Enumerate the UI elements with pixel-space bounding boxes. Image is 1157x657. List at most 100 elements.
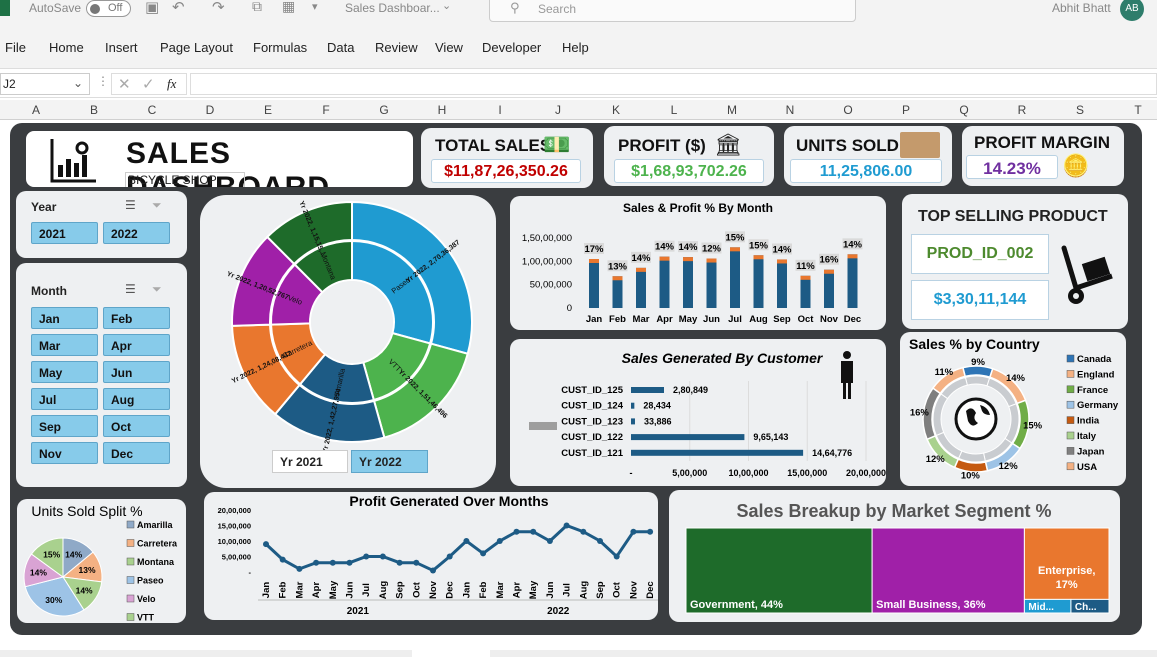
search-input[interactable]: Search	[538, 2, 576, 16]
tab-help[interactable]: Help	[562, 40, 589, 55]
column-header[interactable]: I	[490, 103, 510, 117]
name-box-chevron-down-icon[interactable]: ⌄	[73, 76, 83, 90]
slicer-item-feb[interactable]: Feb	[103, 307, 170, 329]
search-box[interactable]: ⚲ Search	[489, 0, 856, 22]
y-tick-label: 5,00,000	[222, 553, 251, 562]
legend-yr-2022[interactable]: Yr 2022	[351, 450, 428, 473]
column-header[interactable]: G	[374, 103, 394, 117]
cancel-icon[interactable]: ✕	[118, 75, 131, 93]
bar	[847, 254, 858, 308]
document-title[interactable]: Sales Dashboar...	[345, 1, 440, 15]
data-label: 14%	[678, 242, 698, 253]
month-slicer: Month ☰ ⏷ Jan Feb Mar Apr May Jun Jul Au…	[16, 263, 187, 487]
column-header[interactable]: P	[896, 103, 916, 117]
customer-sales-chart[interactable]: Sales Generated By Customer - 5,00,000 10,0…	[510, 339, 886, 486]
units-split-chart[interactable]: Units Sold Split % 14% 13% 14% 30% 14% 15% Amar…	[17, 499, 186, 623]
slicer-item-2021[interactable]: 2021	[31, 222, 98, 244]
slicer-item-aug[interactable]: Aug	[103, 388, 170, 410]
tab-view[interactable]: View	[435, 40, 463, 55]
tab-review[interactable]: Review	[375, 40, 418, 55]
treemap-label: 17%	[1056, 579, 1078, 591]
column-header[interactable]: K	[606, 103, 626, 117]
column-header[interactable]: R	[1012, 103, 1032, 117]
legend-key	[1066, 370, 1075, 378]
column-header[interactable]: L	[664, 103, 684, 117]
segment-treemap[interactable]: Sales Breakup by Market Segment % Governm…	[669, 490, 1120, 622]
slicer-item-jan[interactable]: Jan	[31, 307, 98, 329]
bar	[659, 256, 670, 308]
column-header[interactable]: C	[142, 103, 162, 117]
title-chevron-down-icon[interactable]: ⌄	[442, 0, 451, 12]
column-header[interactable]: D	[200, 103, 220, 117]
enter-icon[interactable]: ✓	[142, 75, 155, 93]
multi-select-icon[interactable]: ☰	[125, 282, 136, 296]
legend-label: VTT	[137, 613, 155, 623]
column-header[interactable]: N	[780, 103, 800, 117]
column-header[interactable]: T	[1128, 103, 1148, 117]
legend-yr-2021[interactable]: Yr 2021	[272, 450, 348, 473]
column-header[interactable]: B	[84, 103, 104, 117]
dashboard-header: SALES DASHBOARD BICYCLE SHOP	[24, 129, 415, 189]
clear-filter-icon[interactable]: ⏷	[152, 198, 162, 213]
user-name[interactable]: Abhit Bhatt	[1052, 1, 1111, 15]
column-header[interactable]: H	[432, 103, 452, 117]
formula-input[interactable]	[190, 73, 1157, 95]
tab-file[interactable]: File	[5, 40, 26, 55]
slicer-item-mar[interactable]: Mar	[31, 334, 98, 356]
country-chart-card: Sales % by Country 9% 14% 15% 12% 10% 12% 16% 11…	[900, 332, 1126, 486]
hierarchy-icon[interactable]: ⧉	[252, 0, 262, 15]
tab-insert[interactable]: Insert	[105, 40, 138, 55]
column-header[interactable]: S	[1070, 103, 1090, 117]
column-header[interactable]: J	[548, 103, 568, 117]
slicer-item-jul[interactable]: Jul	[31, 388, 98, 410]
data-point	[480, 550, 487, 557]
insert-function-icon[interactable]: fx	[167, 76, 176, 92]
slicer-item-sep[interactable]: Sep	[31, 415, 98, 437]
slicer-item-oct[interactable]: Oct	[103, 415, 170, 437]
profit-line-chart[interactable]: Profit Generated Over Months - 5,00,000 10,…	[204, 492, 658, 620]
name-box[interactable]: J2 ⌄	[0, 73, 90, 95]
x-tick-label: Jul	[361, 583, 372, 597]
format-icon[interactable]: ▦	[282, 0, 295, 15]
bar-profit-cap	[800, 275, 811, 280]
slicer-item-2022[interactable]: 2022	[103, 222, 170, 244]
tab-home[interactable]: Home	[49, 40, 84, 55]
data-label: 2,80,849	[673, 385, 708, 395]
treemap-label: Enterprise,	[1038, 565, 1095, 577]
quick-access-dropdown-icon[interactable]: ▾	[312, 0, 318, 13]
slicer-item-may[interactable]: May	[31, 361, 98, 383]
column-header[interactable]: F	[316, 103, 336, 117]
avatar[interactable]: AB	[1120, 0, 1144, 21]
slicer-item-dec[interactable]: Dec	[103, 442, 170, 464]
chart-title: Sales Breakup by Market Segment %	[736, 501, 1051, 521]
tab-data[interactable]: Data	[327, 40, 354, 55]
horizontal-scrollbar[interactable]	[0, 650, 412, 657]
tab-formulas[interactable]: Formulas	[253, 40, 307, 55]
column-header[interactable]: Q	[954, 103, 974, 117]
data-label: 16%	[819, 255, 839, 266]
column-header[interactable]: E	[258, 103, 278, 117]
sunburst-chart[interactable]: PaseoYr 2022, 2,70,36,387VTTYr 2022, 1,5…	[200, 195, 496, 488]
legend-label: Velo	[137, 594, 156, 604]
country-sales-chart[interactable]: Sales % by Country 9% 14% 15% 12% 10% 12% 16% 11…	[900, 332, 1126, 486]
redo-icon[interactable]: ↷	[212, 0, 225, 16]
more-options-icon[interactable]: ⋮	[97, 74, 109, 88]
multi-select-icon[interactable]: ☰	[125, 198, 136, 212]
y-tick-label: 20,00,000	[218, 506, 251, 515]
top-product-id: PROD_ID_002	[911, 234, 1049, 274]
undo-icon[interactable]: ↶	[172, 0, 185, 16]
slicer-item-jun[interactable]: Jun	[103, 361, 170, 383]
slicer-item-nov[interactable]: Nov	[31, 442, 98, 464]
column-header[interactable]: M	[722, 103, 742, 117]
column-header[interactable]: O	[838, 103, 858, 117]
data-label: 14%	[1006, 373, 1026, 384]
horizontal-scrollbar[interactable]	[490, 650, 1157, 657]
column-header[interactable]: A	[26, 103, 46, 117]
clear-filter-icon[interactable]: ⏷	[152, 282, 162, 297]
slicer-item-apr[interactable]: Apr	[103, 334, 170, 356]
tab-developer[interactable]: Developer	[482, 40, 541, 55]
save-icon[interactable]: ▣	[145, 0, 159, 16]
tab-page-layout[interactable]: Page Layout	[160, 40, 233, 55]
monthly-sales-chart[interactable]: Sales & Profit % By Month 0 50,00,000 1,00,…	[510, 196, 886, 330]
autosave-toggle[interactable]: Off	[86, 0, 131, 17]
